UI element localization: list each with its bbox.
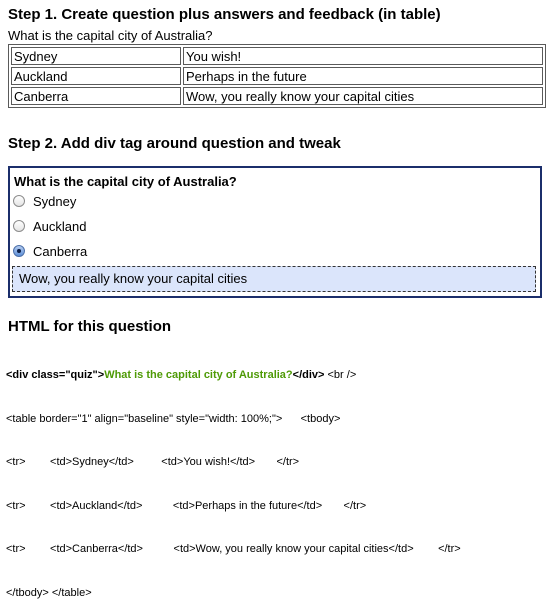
option-canberra[interactable]: Canberra [13,243,87,259]
option-sydney[interactable]: Sydney [13,193,76,209]
radio-button-sydney[interactable] [13,195,25,207]
code-line: </tbody> </table> [6,586,92,599]
answers-feedback-table: Sydney You wish! Auckland Perhaps in the… [8,44,546,108]
table-row: Auckland Perhaps in the future [11,67,543,85]
feedback-cell: Perhaps in the future [183,67,543,85]
step1-heading: Step 1. Create question plus answers and… [8,6,441,23]
code-line: <tr> <td>Auckland</td> <td>Perhaps in th… [6,499,367,512]
code-open-div: <div class="quiz"> [6,369,105,381]
radio-button-auckland[interactable] [13,220,25,232]
html-section-heading: HTML for this question [8,318,172,335]
code-close-div: </div> [292,369,325,381]
radio-button-canberra[interactable] [13,245,25,257]
code-line: <table border="1" align="baseline" style… [6,412,341,425]
quiz-box: What is the capital city of Australia? S… [8,166,542,298]
html-code-block: <div class="quiz">What is the capital ci… [6,339,550,615]
code-line: <div class="quiz">What is the capital ci… [6,368,550,383]
code-line: <tr> <td>Sydney</td> <td>You wish!</td> … [6,456,300,468]
feedback-cell: Wow, you really know your capital cities [183,87,543,105]
code-line: <tr> <td>Canberra</td> <td>Wow, you real… [6,543,461,555]
answer-cell: Auckland [11,67,181,85]
table-row: Sydney You wish! [11,47,543,65]
code-question-text: What is the capital city of Australia? [104,369,293,381]
feedback-box: Wow, you really know your capital cities [12,266,536,292]
answer-cell: Canberra [11,87,181,105]
step2-heading: Step 2. Add div tag around question and … [8,135,341,152]
option-auckland[interactable]: Auckland [13,218,86,234]
table-row: Canberra Wow, you really know your capit… [11,87,543,105]
option-label: Auckland [33,218,87,234]
quiz-question: What is the capital city of Australia? [14,174,237,189]
answer-cell: Sydney [11,47,181,65]
option-label: Sydney [33,193,77,209]
table-caption-question: What is the capital city of Australia? [8,28,213,43]
code-br: <br /> [324,369,357,381]
feedback-cell: You wish! [183,47,543,65]
option-label: Canberra [33,243,88,259]
